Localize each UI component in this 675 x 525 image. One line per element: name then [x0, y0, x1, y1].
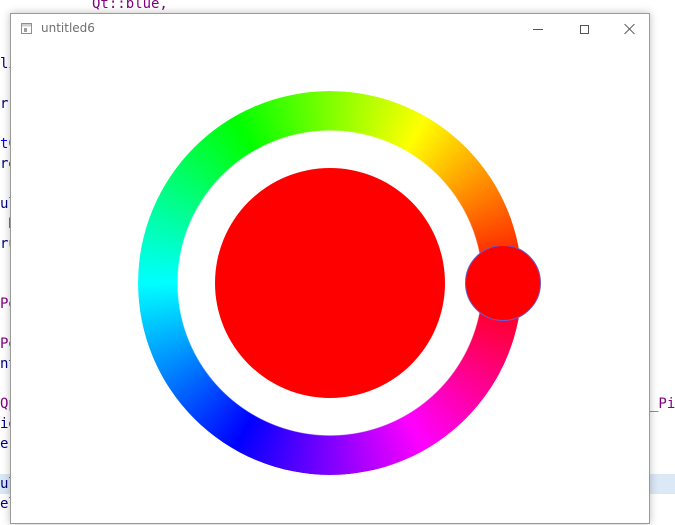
maximize-button[interactable] — [561, 14, 607, 44]
selected-color-swatch — [215, 168, 445, 398]
minimize-button[interactable] — [515, 14, 561, 44]
code-line: Qt::blue, — [92, 0, 168, 12]
minimize-icon — [533, 28, 543, 30]
close-button[interactable] — [607, 14, 653, 44]
color-picker-canvas — [11, 44, 649, 523]
code-line: _Pi — [650, 396, 675, 412]
window-title: untitled6 — [41, 21, 95, 35]
app-window: untitled6 — [10, 13, 650, 524]
close-icon — [624, 23, 636, 35]
hue-handle[interactable] — [465, 245, 541, 321]
title-bar[interactable]: untitled6 — [11, 14, 649, 44]
maximize-icon — [579, 24, 589, 34]
app-window-icon — [21, 23, 32, 34]
